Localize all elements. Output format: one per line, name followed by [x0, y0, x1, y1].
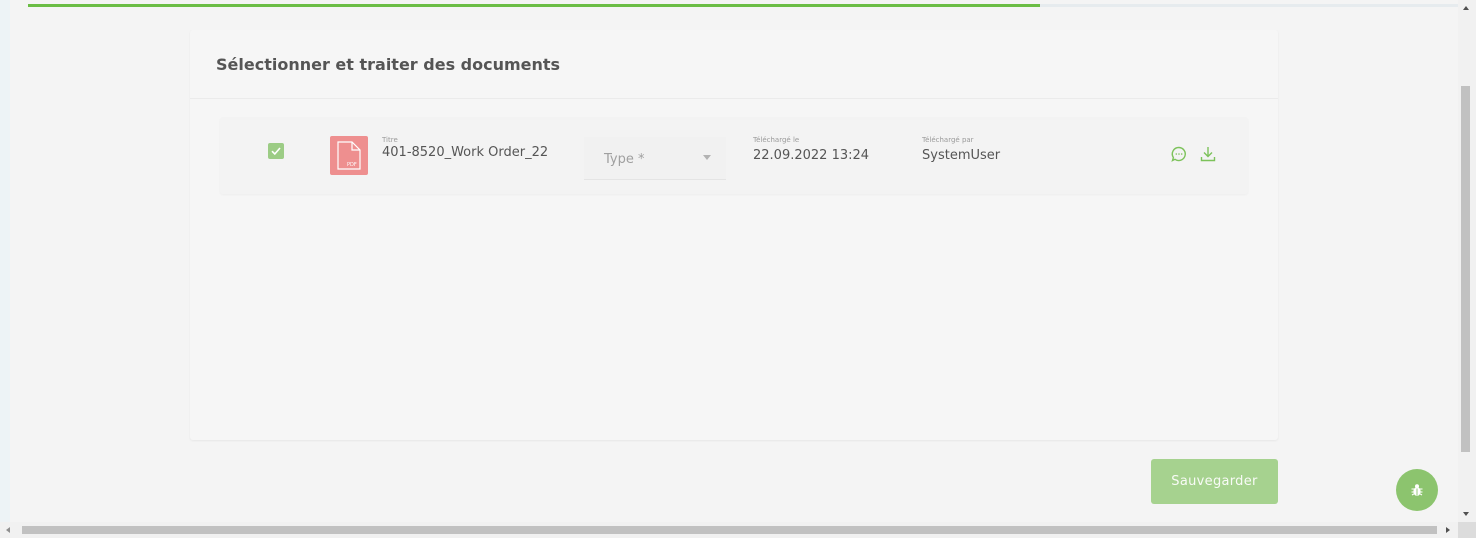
- card-header: Sélectionner et traiter des documents: [190, 30, 1278, 99]
- document-title: 401-8520_Work Order_2201: [382, 145, 547, 160]
- document-row: PDF Titre 401-8520_Work Order_2201 Type …: [220, 117, 1248, 194]
- title-label: Titre: [382, 136, 398, 144]
- scroll-left-arrow-icon[interactable]: [6, 527, 10, 533]
- type-placeholder: Type *: [604, 152, 645, 167]
- scroll-right-arrow-icon[interactable]: [1446, 527, 1450, 533]
- horizontal-scrollbar-thumb[interactable]: [22, 526, 1437, 534]
- comment-icon[interactable]: [1170, 145, 1188, 163]
- download-icon[interactable]: [1199, 145, 1217, 163]
- document-select-checkbox[interactable]: [268, 143, 284, 159]
- main-viewport: Sélectionner et traiter des documents PD…: [10, 0, 1464, 522]
- bug-icon: [1411, 484, 1423, 496]
- card-title: Sélectionner et traiter des documents: [216, 54, 561, 74]
- svg-text:PDF: PDF: [347, 162, 357, 168]
- chevron-down-icon: [703, 155, 711, 160]
- uploaded-by-label: Téléchargé par: [922, 136, 974, 144]
- progress-bar-fill: [28, 4, 1041, 7]
- progress-bar: [28, 4, 1464, 7]
- document-type-select[interactable]: Type *: [584, 137, 726, 180]
- scroll-down-arrow-icon[interactable]: [1463, 512, 1469, 516]
- scroll-up-arrow-icon[interactable]: [1463, 6, 1469, 10]
- horizontal-scrollbar[interactable]: [0, 522, 1458, 538]
- pdf-file-icon: PDF: [330, 136, 368, 175]
- vertical-scrollbar-thumb[interactable]: [1461, 86, 1470, 452]
- documents-card: Sélectionner et traiter des documents PD…: [190, 30, 1278, 440]
- check-icon: [271, 147, 281, 156]
- scrollbar-corner: [1458, 522, 1476, 538]
- uploaded-by-value: SystemUser: [922, 148, 1001, 163]
- uploaded-at-label: Téléchargé le: [753, 136, 800, 144]
- save-button[interactable]: Sauvegarder: [1151, 459, 1278, 504]
- vertical-scrollbar[interactable]: [1458, 0, 1476, 522]
- bug-report-button[interactable]: [1396, 469, 1438, 511]
- uploaded-at-value: 22.09.2022 13:24: [753, 148, 870, 163]
